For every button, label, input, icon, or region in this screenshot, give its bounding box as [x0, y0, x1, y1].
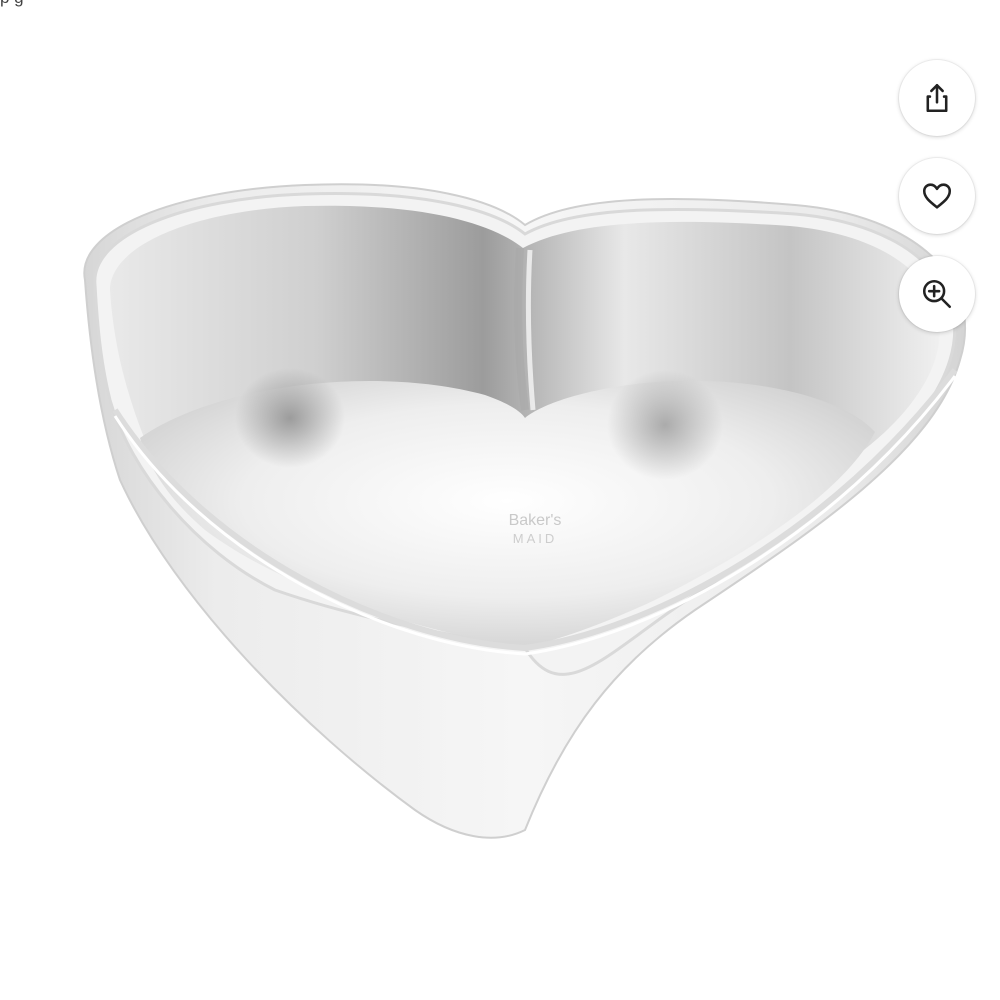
product-image-viewer: p g	[0, 0, 1000, 1000]
cropped-header-text: p g	[0, 0, 24, 8]
zoom-button[interactable]	[899, 256, 975, 332]
heart-outline-icon	[922, 183, 952, 209]
favorite-button[interactable]	[899, 158, 975, 234]
share-button[interactable]	[899, 60, 975, 136]
embossed-brand-line2: MAID	[513, 531, 558, 546]
product-image[interactable]: Baker's MAID	[55, 170, 995, 850]
share-icon	[926, 83, 948, 113]
zoom-in-icon	[922, 279, 952, 309]
embossed-brand-line1: Baker's	[509, 512, 562, 529]
